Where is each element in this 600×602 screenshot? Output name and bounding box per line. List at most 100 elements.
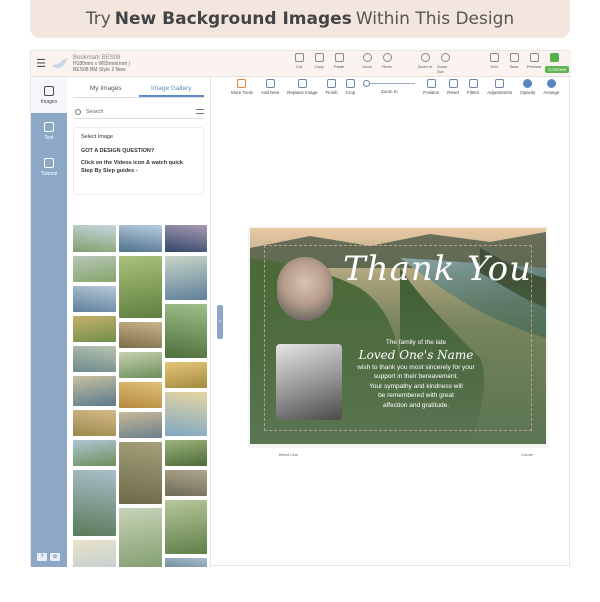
- gallery-thumbnail[interactable]: [119, 256, 162, 318]
- zoom-slider[interactable]: Zoom In: [363, 79, 416, 94]
- position-button[interactable]: Position: [423, 79, 439, 95]
- paste-button[interactable]: Paste: [331, 53, 347, 69]
- gallery-thumbnail[interactable]: [73, 256, 116, 282]
- tab-image-gallery[interactable]: Image Gallery: [138, 82, 204, 97]
- crop-button[interactable]: Crop: [345, 79, 355, 95]
- banner-pre: Try: [85, 9, 111, 29]
- add-new-button[interactable]: Add New: [261, 79, 279, 95]
- finish-icon: [326, 79, 336, 88]
- zoom-out-icon: [440, 53, 450, 62]
- zoom-out-button[interactable]: Zoom Out: [437, 53, 453, 74]
- redo-button[interactable]: Redo: [379, 53, 395, 69]
- save-icon: [509, 53, 519, 62]
- gallery-thumbnail[interactable]: [165, 256, 207, 300]
- gallery-thumbnail[interactable]: [73, 346, 116, 372]
- cut-button[interactable]: Cut: [291, 53, 307, 69]
- gallery-thumbnail[interactable]: [73, 540, 116, 567]
- corner-label: Corner: [521, 452, 534, 457]
- continue-button[interactable]: Continue: [544, 66, 569, 73]
- editor-window: ☰ Bookmark BES08 H180mm x W55mm(mm ) BES…: [30, 50, 571, 567]
- position-icon: [426, 79, 436, 88]
- gallery-thumbnail[interactable]: [73, 286, 116, 312]
- history-group: Undo Redo: [359, 53, 395, 69]
- gallery-thumbnail[interactable]: [119, 225, 162, 252]
- help-icon[interactable]: ?: [37, 553, 47, 561]
- gallery-thumbnail[interactable]: [165, 225, 207, 252]
- gallery-thumbnail[interactable]: [73, 440, 116, 466]
- finish-button[interactable]: Finish: [325, 79, 338, 95]
- gallery-thumbnail[interactable]: [119, 352, 162, 378]
- gallery-thumbnail[interactable]: [165, 440, 207, 466]
- grid-icon: [489, 53, 499, 62]
- gallery-thumbnail[interactable]: [73, 410, 116, 436]
- select-image-label: Select Image: [81, 134, 114, 140]
- filter-icon[interactable]: [196, 109, 204, 114]
- undo-button[interactable]: Undo: [359, 53, 375, 69]
- gallery-thumbnail[interactable]: [119, 508, 162, 567]
- rail-footer: ? ⚙: [37, 553, 60, 561]
- message-line-1: The family of the late: [385, 339, 447, 346]
- portrait-photo-top[interactable]: [277, 257, 333, 321]
- arrange-button[interactable]: Arrange: [543, 79, 559, 95]
- opacity-button[interactable]: Opacity: [520, 79, 535, 95]
- save-button[interactable]: Save: [506, 53, 522, 69]
- gallery-thumbnail[interactable]: [165, 500, 207, 554]
- message-line-2: wish to thank you most sincerely for you…: [357, 363, 475, 371]
- more-tools-button[interactable]: More Tools: [231, 79, 253, 95]
- replace-image-button[interactable]: Replace Image: [287, 79, 317, 95]
- menu-icon[interactable]: ☰: [31, 57, 51, 70]
- gallery-thumbnail[interactable]: [165, 362, 207, 388]
- gallery-thumbnail[interactable]: [119, 322, 162, 348]
- zoom-knob[interactable]: [363, 80, 371, 87]
- portrait-photo-bottom[interactable]: [276, 344, 342, 420]
- message-line-5: be remembered with great: [378, 392, 454, 400]
- reset-button[interactable]: Reset: [447, 79, 459, 95]
- gallery-thumbnail[interactable]: [119, 382, 162, 408]
- gallery-thumbnail[interactable]: [73, 225, 116, 252]
- adjustments-icon: [495, 79, 505, 88]
- search-icon: [75, 108, 81, 115]
- gallery-thumbnail[interactable]: [119, 442, 162, 504]
- panel-tabs: My Images Image Gallery: [73, 82, 204, 98]
- search-bar[interactable]: Search: [73, 105, 204, 119]
- settings-icon[interactable]: ⚙: [50, 553, 60, 561]
- zoom-in-button[interactable]: Zoom In: [417, 53, 433, 74]
- document-style: BES08 BM Style 2 New: [73, 66, 126, 73]
- gallery-thumbnail[interactable]: [165, 304, 207, 358]
- tab-my-images[interactable]: My Images: [73, 82, 139, 97]
- rail-tutorial[interactable]: Tutorial: [31, 149, 67, 185]
- gallery-thumbnail[interactable]: [165, 558, 207, 567]
- rail-text[interactable]: Text: [31, 113, 67, 149]
- redo-icon: [382, 53, 392, 62]
- crop-icon: [345, 79, 355, 88]
- help-text[interactable]: Click on the Videos icon & watch quick S…: [81, 159, 196, 175]
- card-title[interactable]: Thank You: [343, 249, 532, 289]
- zoom-group: Zoom In Zoom Out: [417, 53, 453, 74]
- edit-icon: [237, 79, 247, 88]
- dove-logo-icon: [52, 57, 68, 68]
- banner-bold: New Background Images: [114, 9, 352, 29]
- banner-post: Within This Design: [355, 9, 515, 29]
- collapse-panel-handle[interactable]: ‹: [217, 305, 223, 339]
- gallery-thumbnail[interactable]: [165, 392, 207, 436]
- gallery-thumbnail[interactable]: [73, 470, 116, 536]
- preview-button[interactable]: Preview: [526, 53, 542, 69]
- replace-image-icon: [297, 79, 307, 88]
- help-box: Select Image GOT A DESIGN QUESTION? Clic…: [73, 127, 204, 195]
- design-question: GOT A DESIGN QUESTION?: [81, 148, 155, 154]
- gallery-thumbnail[interactable]: [73, 376, 116, 406]
- search-input[interactable]: Search: [86, 109, 103, 115]
- grid-button[interactable]: Grid: [486, 53, 502, 69]
- adjustments-button[interactable]: Adjustments: [487, 79, 512, 95]
- gallery-thumbnail[interactable]: [73, 316, 116, 342]
- rail-images[interactable]: Images: [31, 77, 67, 113]
- reset-icon: [448, 79, 458, 88]
- filters-button[interactable]: Filters: [467, 79, 479, 95]
- gallery-thumbnail[interactable]: [119, 412, 162, 438]
- zoom-track[interactable]: [363, 80, 416, 87]
- edit-group: Cut Copy Paste: [291, 53, 347, 69]
- card-message[interactable]: The family of the late Loved One's Name …: [347, 338, 485, 411]
- copy-button[interactable]: Copy: [311, 53, 327, 69]
- gallery-thumbnail[interactable]: [165, 470, 207, 496]
- image-icon: [44, 85, 54, 96]
